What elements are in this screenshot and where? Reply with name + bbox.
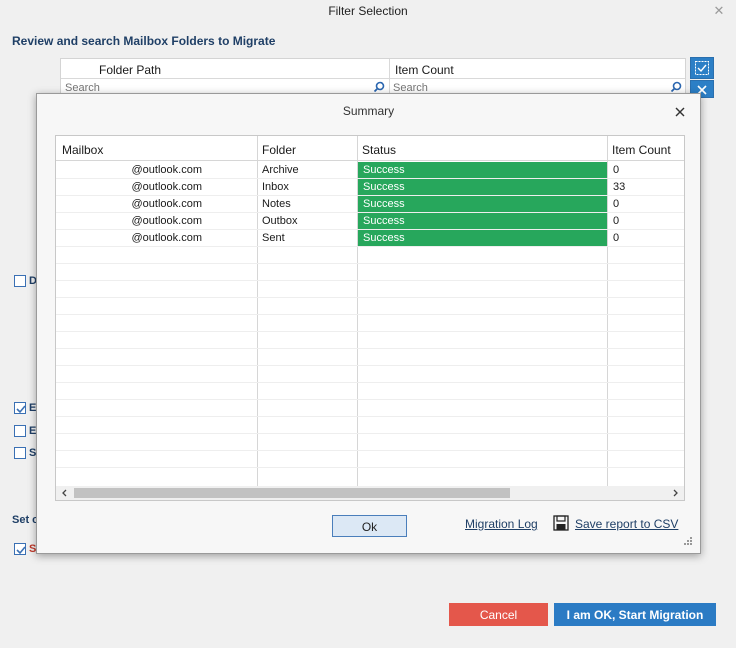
empty-row <box>56 400 684 417</box>
folder-cell: Sent <box>262 232 285 244</box>
mailbox-cell: @outlook.com <box>131 198 202 210</box>
status-cell: Success <box>358 230 607 246</box>
folder-cell: Notes <box>262 198 291 210</box>
item-count-cell: 0 <box>613 232 620 244</box>
scroll-right-icon[interactable] <box>670 488 680 498</box>
status-column-header[interactable]: Status <box>362 143 396 157</box>
folder-grid: Folder Path Item Count <box>60 58 686 95</box>
empty-row <box>56 332 684 349</box>
summary-grid: Mailbox Folder Status Item Count @outloo… <box>55 135 685 501</box>
table-row[interactable]: @outlook.com Sent Success 0 <box>56 230 684 247</box>
checkmark-icon <box>16 546 26 555</box>
empty-row <box>56 451 684 468</box>
mailbox-cell: @outlook.com <box>131 181 202 193</box>
resize-grip-icon[interactable] <box>683 536 693 546</box>
scrollbar-thumb[interactable] <box>74 488 510 498</box>
table-row[interactable]: @outlook.com Outbox Success 0 <box>56 213 684 230</box>
save-report-link[interactable]: Save report to CSV <box>575 517 678 531</box>
select-all-button[interactable] <box>690 57 714 79</box>
status-cell: Success <box>358 179 607 195</box>
mailbox-cell: @outlook.com <box>131 215 202 227</box>
table-row[interactable]: @outlook.com Inbox Success 33 <box>56 179 684 196</box>
checkmark-icon <box>16 405 26 414</box>
column-divider <box>389 59 390 93</box>
mailbox-cell: @outlook.com <box>131 164 202 176</box>
empty-row <box>56 434 684 451</box>
status-cell: Success <box>358 162 607 178</box>
item-count-column-header[interactable]: Item Count <box>612 143 671 157</box>
empty-row <box>56 247 684 264</box>
mailbox-column-header[interactable]: Mailbox <box>62 143 103 157</box>
folder-cell: Outbox <box>262 215 298 227</box>
table-row[interactable]: @outlook.com Archive Success 0 <box>56 162 684 179</box>
empty-row <box>56 366 684 383</box>
save-icon[interactable] <box>553 515 569 531</box>
table-row[interactable]: @outlook.com Notes Success 0 <box>56 196 684 213</box>
empty-row <box>56 349 684 366</box>
status-cell: Success <box>358 213 607 229</box>
empty-row <box>56 417 684 434</box>
summary-title: Summary <box>342 104 395 118</box>
folder-cell: Archive <box>262 164 299 176</box>
horizontal-scrollbar[interactable] <box>56 486 684 500</box>
outer-close-icon[interactable]: ✕ <box>712 4 726 18</box>
cancel-button[interactable]: Cancel <box>449 603 548 626</box>
status-cell: Success <box>358 196 607 212</box>
select-all-icon <box>695 61 709 75</box>
migration-log-link[interactable]: Migration Log <box>465 517 538 531</box>
summary-dialog: Summary Mailbox Folder Status Item Count… <box>36 93 701 554</box>
search-icon[interactable] <box>670 81 682 93</box>
mailbox-cell: @outlook.com <box>131 232 202 244</box>
item-count-cell: 33 <box>613 181 626 193</box>
bottom-option-checkbox[interactable] <box>14 543 26 555</box>
folder-column-header[interactable]: Folder <box>262 143 296 157</box>
start-migration-button[interactable]: I am OK, Start Migration <box>554 603 716 626</box>
folder-path-header[interactable]: Folder Path <box>99 63 161 77</box>
item-count-header[interactable]: Item Count <box>395 63 454 77</box>
empty-row <box>56 281 684 298</box>
empty-row <box>56 383 684 400</box>
item-count-cell: 0 <box>613 198 620 210</box>
option-checkbox-3[interactable] <box>14 425 26 437</box>
item-count-cell: 0 <box>613 164 620 176</box>
option-checkbox-1[interactable] <box>14 275 26 287</box>
set-options-label: Set c <box>12 514 39 526</box>
option-checkbox-4[interactable] <box>14 447 26 459</box>
item-count-cell: 0 <box>613 215 620 227</box>
folder-cell: Inbox <box>262 181 289 193</box>
summary-grid-header: Mailbox Folder Status Item Count <box>56 136 684 161</box>
outer-heading: Review and search Mailbox Folders to Mig… <box>12 34 276 48</box>
close-icon[interactable] <box>674 106 686 118</box>
outer-window-title: Filter Selection <box>328 4 408 18</box>
scroll-left-icon[interactable] <box>60 488 70 498</box>
empty-row <box>56 298 684 315</box>
empty-row <box>56 315 684 332</box>
search-icon[interactable] <box>373 81 385 93</box>
option-checkbox-2[interactable] <box>14 402 26 414</box>
ok-button[interactable]: Ok <box>332 515 407 537</box>
empty-row <box>56 264 684 281</box>
